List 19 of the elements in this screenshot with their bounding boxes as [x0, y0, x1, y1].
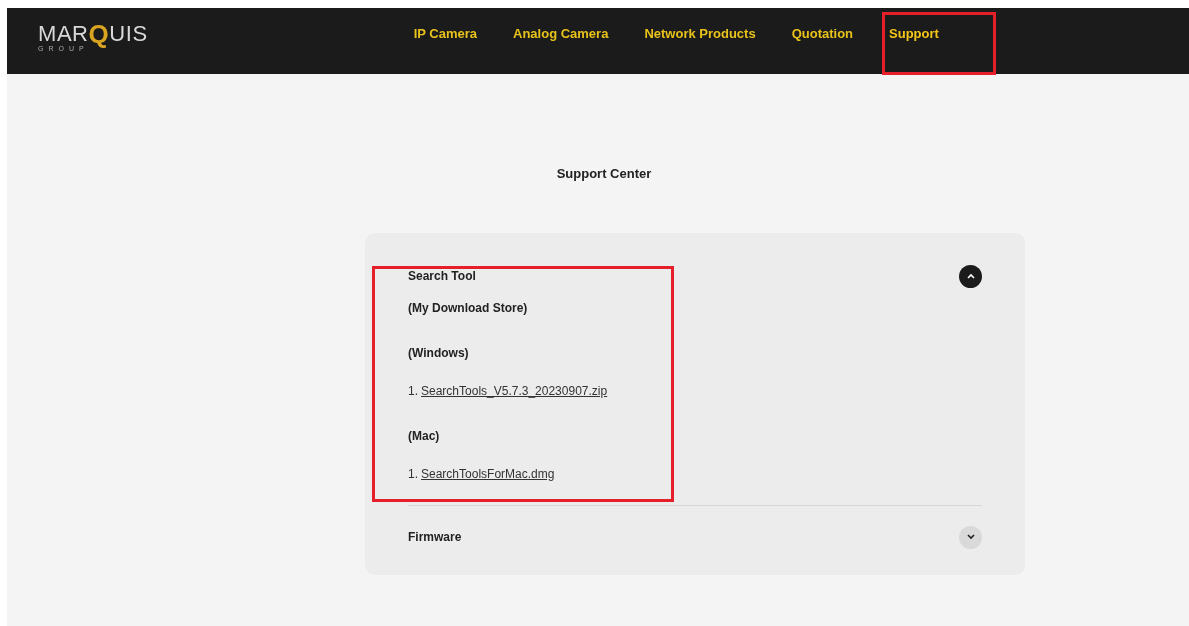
- nav-link[interactable]: IP Camera: [413, 24, 477, 44]
- download-link[interactable]: SearchTools_V5.7.3_20230907.zip: [421, 381, 608, 400]
- chevron-up-icon: [966, 273, 975, 279]
- page-title: Support Center: [556, 165, 652, 183]
- download-link[interactable]: SearchToolsForMac.dmg: [421, 464, 555, 483]
- accordion-title[interactable]: Firmware: [408, 527, 462, 546]
- list-number: 1.: [408, 465, 418, 483]
- accordion-toggle[interactable]: [959, 264, 982, 288]
- accordion-toggle[interactable]: [959, 525, 982, 549]
- accordion-title[interactable]: Search Tool: [408, 266, 476, 285]
- section-heading: (Mac): [408, 427, 441, 445]
- nav-link[interactable]: Quotation: [791, 24, 854, 44]
- section-heading: (Windows): [408, 344, 470, 362]
- nav-link[interactable]: Support: [889, 24, 939, 44]
- nav-link[interactable]: Network Products: [644, 24, 756, 44]
- nav-link[interactable]: Analog Camera: [513, 24, 609, 44]
- section-heading: (My Download Store): [408, 299, 529, 317]
- chevron-down-icon: [966, 534, 975, 540]
- list-number: 1.: [408, 382, 418, 400]
